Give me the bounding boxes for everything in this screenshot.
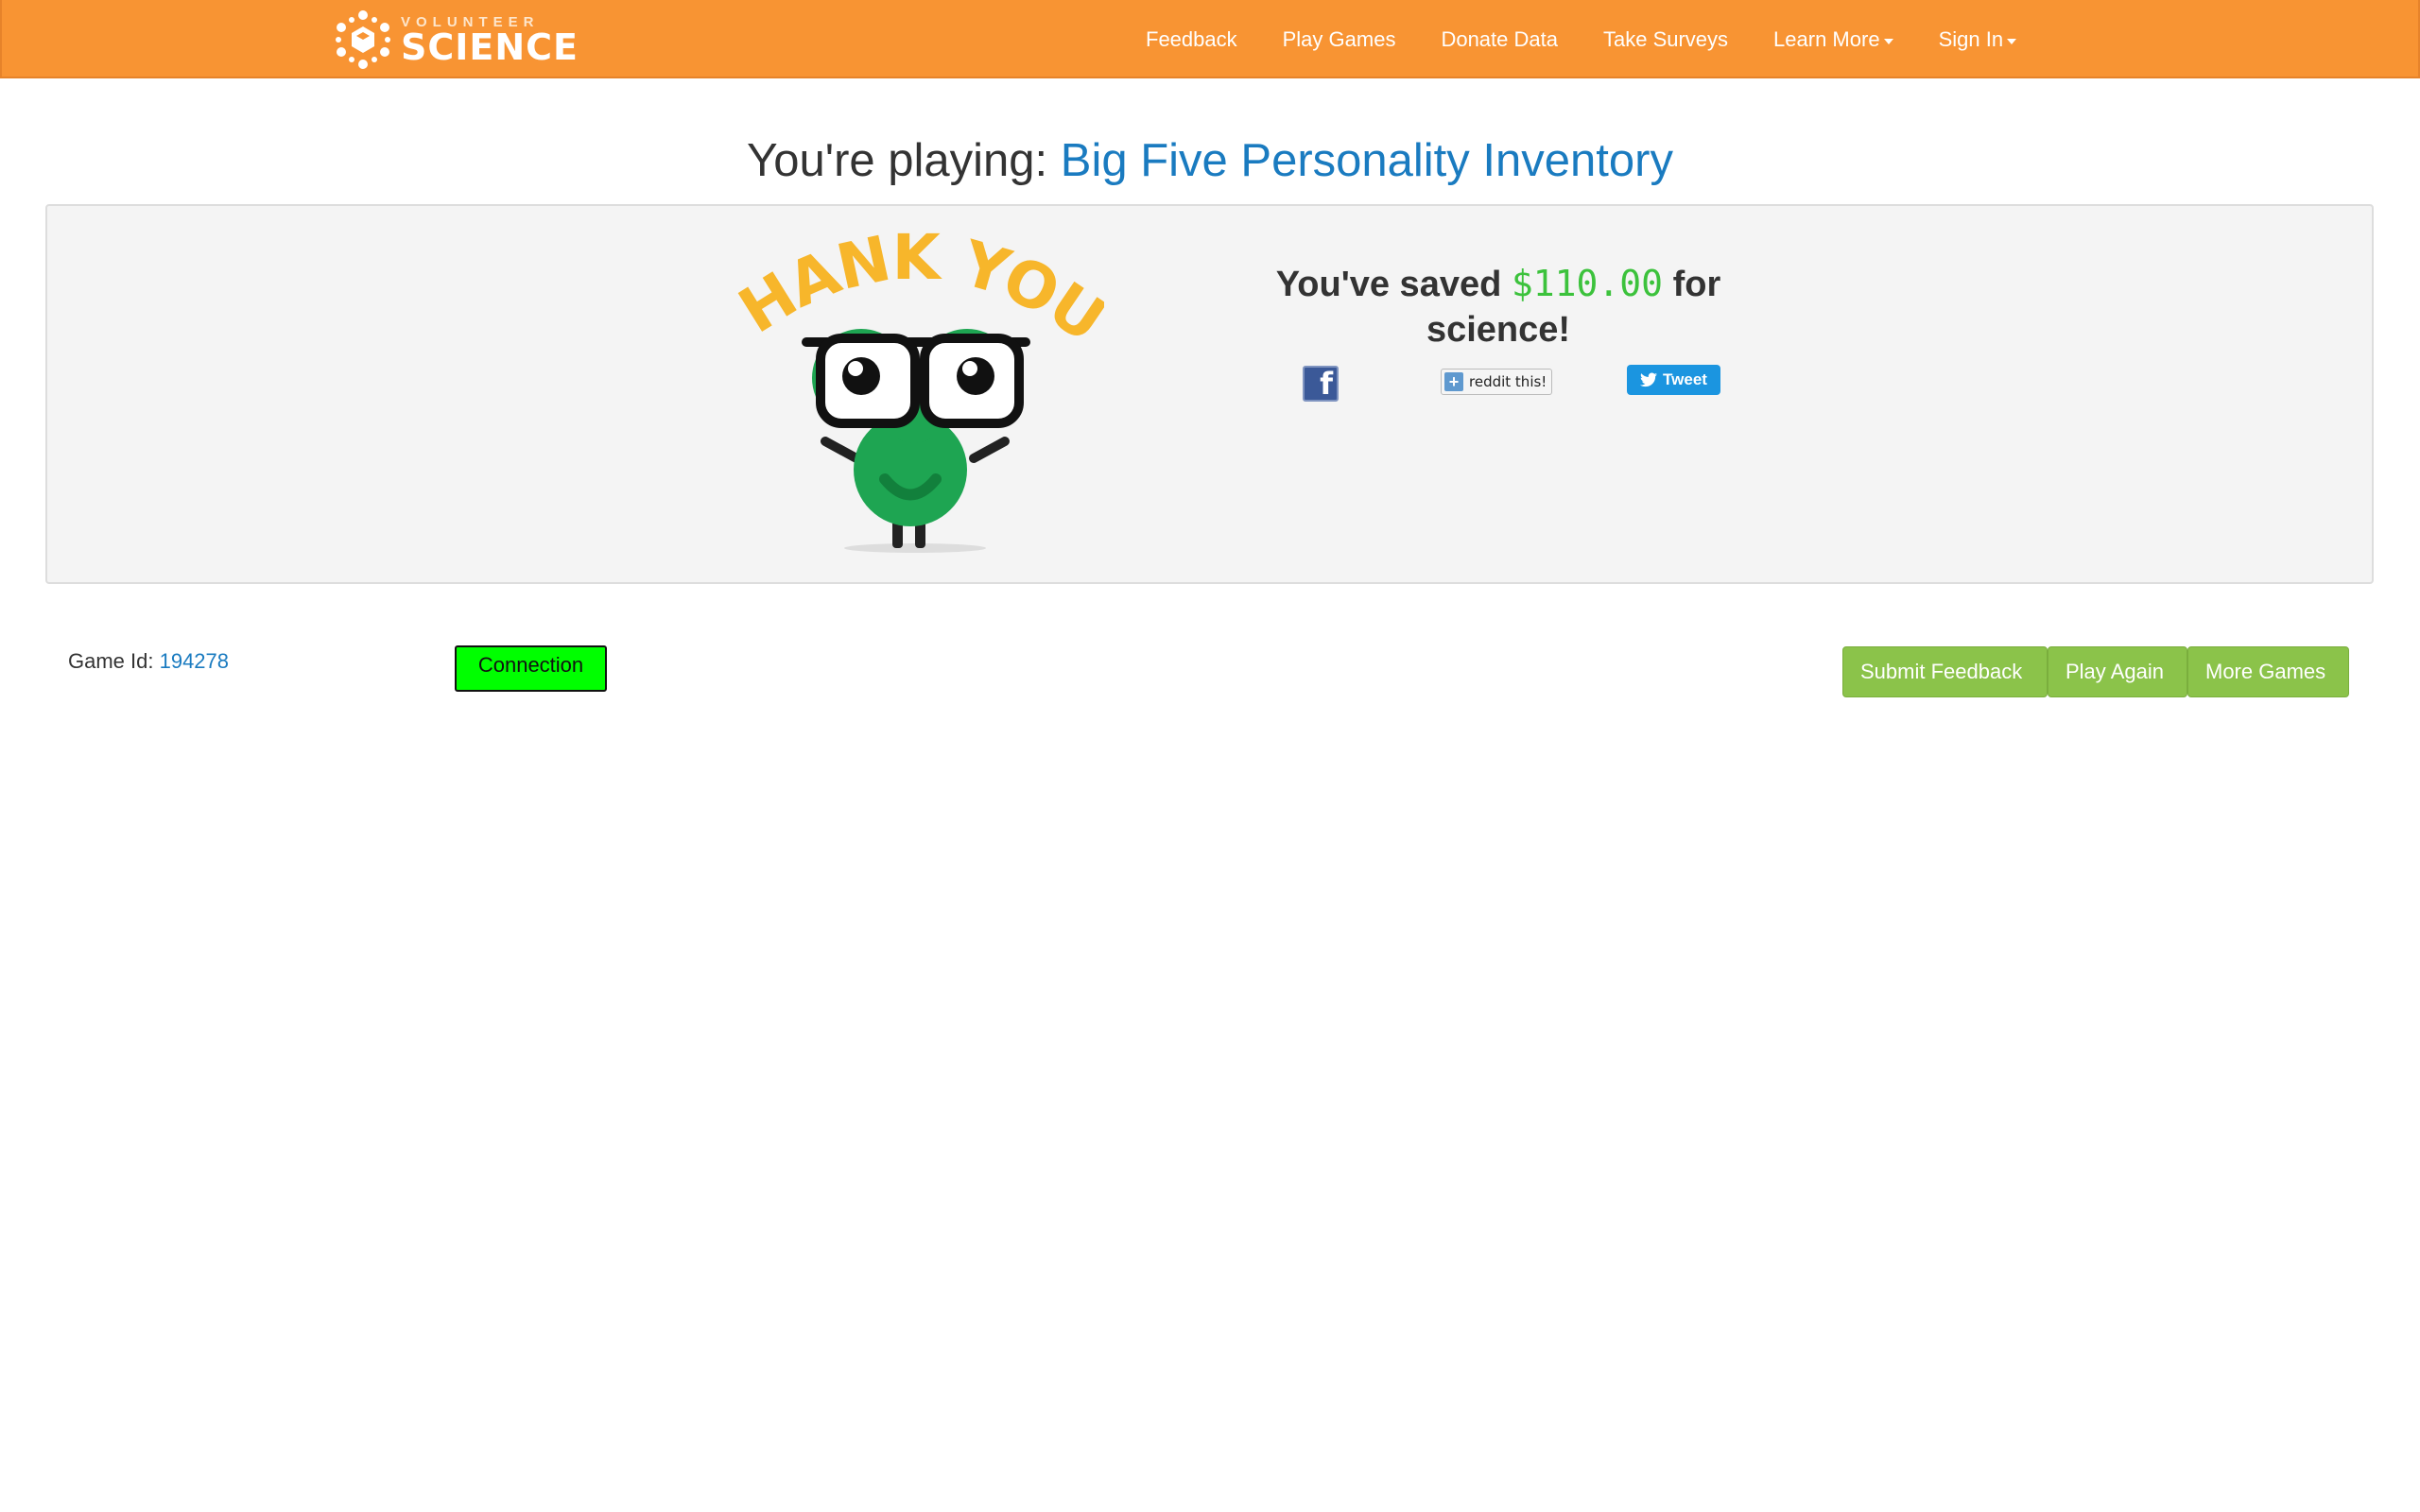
caret-down-icon — [2007, 38, 2017, 44]
thank-you-mascot-image: THANK YOU! — [726, 232, 1104, 553]
nav-donate-data-label: Donate Data — [1441, 26, 1558, 51]
logo-icon — [336, 10, 390, 69]
play-again-button[interactable]: Play Again — [2048, 646, 2187, 697]
game-id-label: Game Id: — [68, 649, 160, 673]
reddit-share-label: reddit this! — [1469, 373, 1547, 390]
nav-learn-more-dropdown[interactable]: Learn More — [1751, 0, 1916, 78]
nav-feedback-label: Feedback — [1146, 26, 1237, 51]
more-games-button[interactable]: More Games — [2187, 646, 2349, 697]
saved-amount: $110.00 — [1511, 263, 1664, 304]
nav-learn-more-label: Learn More — [1773, 26, 1880, 51]
nav-donate-data[interactable]: Donate Data — [1418, 0, 1581, 78]
submit-feedback-button[interactable]: Submit Feedback — [1842, 646, 2048, 697]
game-name-link[interactable]: Big Five Personality Inventory — [1061, 135, 1673, 186]
action-buttons: Submit Feedback Play Again More Games — [1842, 646, 2349, 697]
nav-take-surveys-label: Take Surveys — [1602, 26, 1729, 51]
nav-take-surveys[interactable]: Take Surveys — [1581, 0, 1751, 78]
tweet-button[interactable]: Tweet — [1627, 365, 1720, 395]
title-prefix: You're playing: — [747, 135, 1061, 186]
twitter-bird-icon — [1640, 372, 1658, 387]
nav-sign-in-dropdown[interactable]: Sign In — [1916, 0, 2040, 78]
top-navbar: VOLUNTEER SCIENCE Feedback Play Games Do… — [0, 0, 2420, 78]
nav-play-games[interactable]: Play Games — [1260, 0, 1419, 78]
connection-status-button[interactable]: Connection — [455, 645, 607, 692]
tweet-label: Tweet — [1663, 370, 1707, 388]
game-id-value[interactable]: 194278 — [160, 649, 229, 673]
volunteer-science-logo[interactable]: VOLUNTEER SCIENCE — [333, 9, 579, 70]
page-title: You're playing: Big Five Personality Inv… — [0, 134, 2420, 187]
saved-message: You've saved $110.00 for science! — [1267, 261, 1730, 352]
brand-big: SCIENCE — [401, 26, 579, 68]
facebook-share-button[interactable]: f — [1303, 366, 1339, 402]
nav-feedback[interactable]: Feedback — [1123, 0, 1260, 78]
results-panel — [45, 204, 2374, 584]
reddit-share-button[interactable]: + reddit this! — [1441, 369, 1552, 395]
svg-text:THANK YOU!: THANK YOU! — [726, 232, 1104, 355]
thank-you-banner: THANK YOU! — [726, 232, 1104, 355]
nav-sign-in-label: Sign In — [1938, 26, 2004, 51]
saved-prefix: You've saved — [1275, 265, 1512, 304]
caret-down-icon — [1883, 38, 1893, 44]
game-id: Game Id: 194278 — [68, 649, 229, 674]
main-nav: Feedback Play Games Donate Data Take Sur… — [1123, 0, 2039, 78]
nav-play-games-label: Play Games — [1282, 26, 1396, 51]
plus-icon: + — [1444, 372, 1463, 391]
facebook-icon: f — [1320, 366, 1333, 402]
